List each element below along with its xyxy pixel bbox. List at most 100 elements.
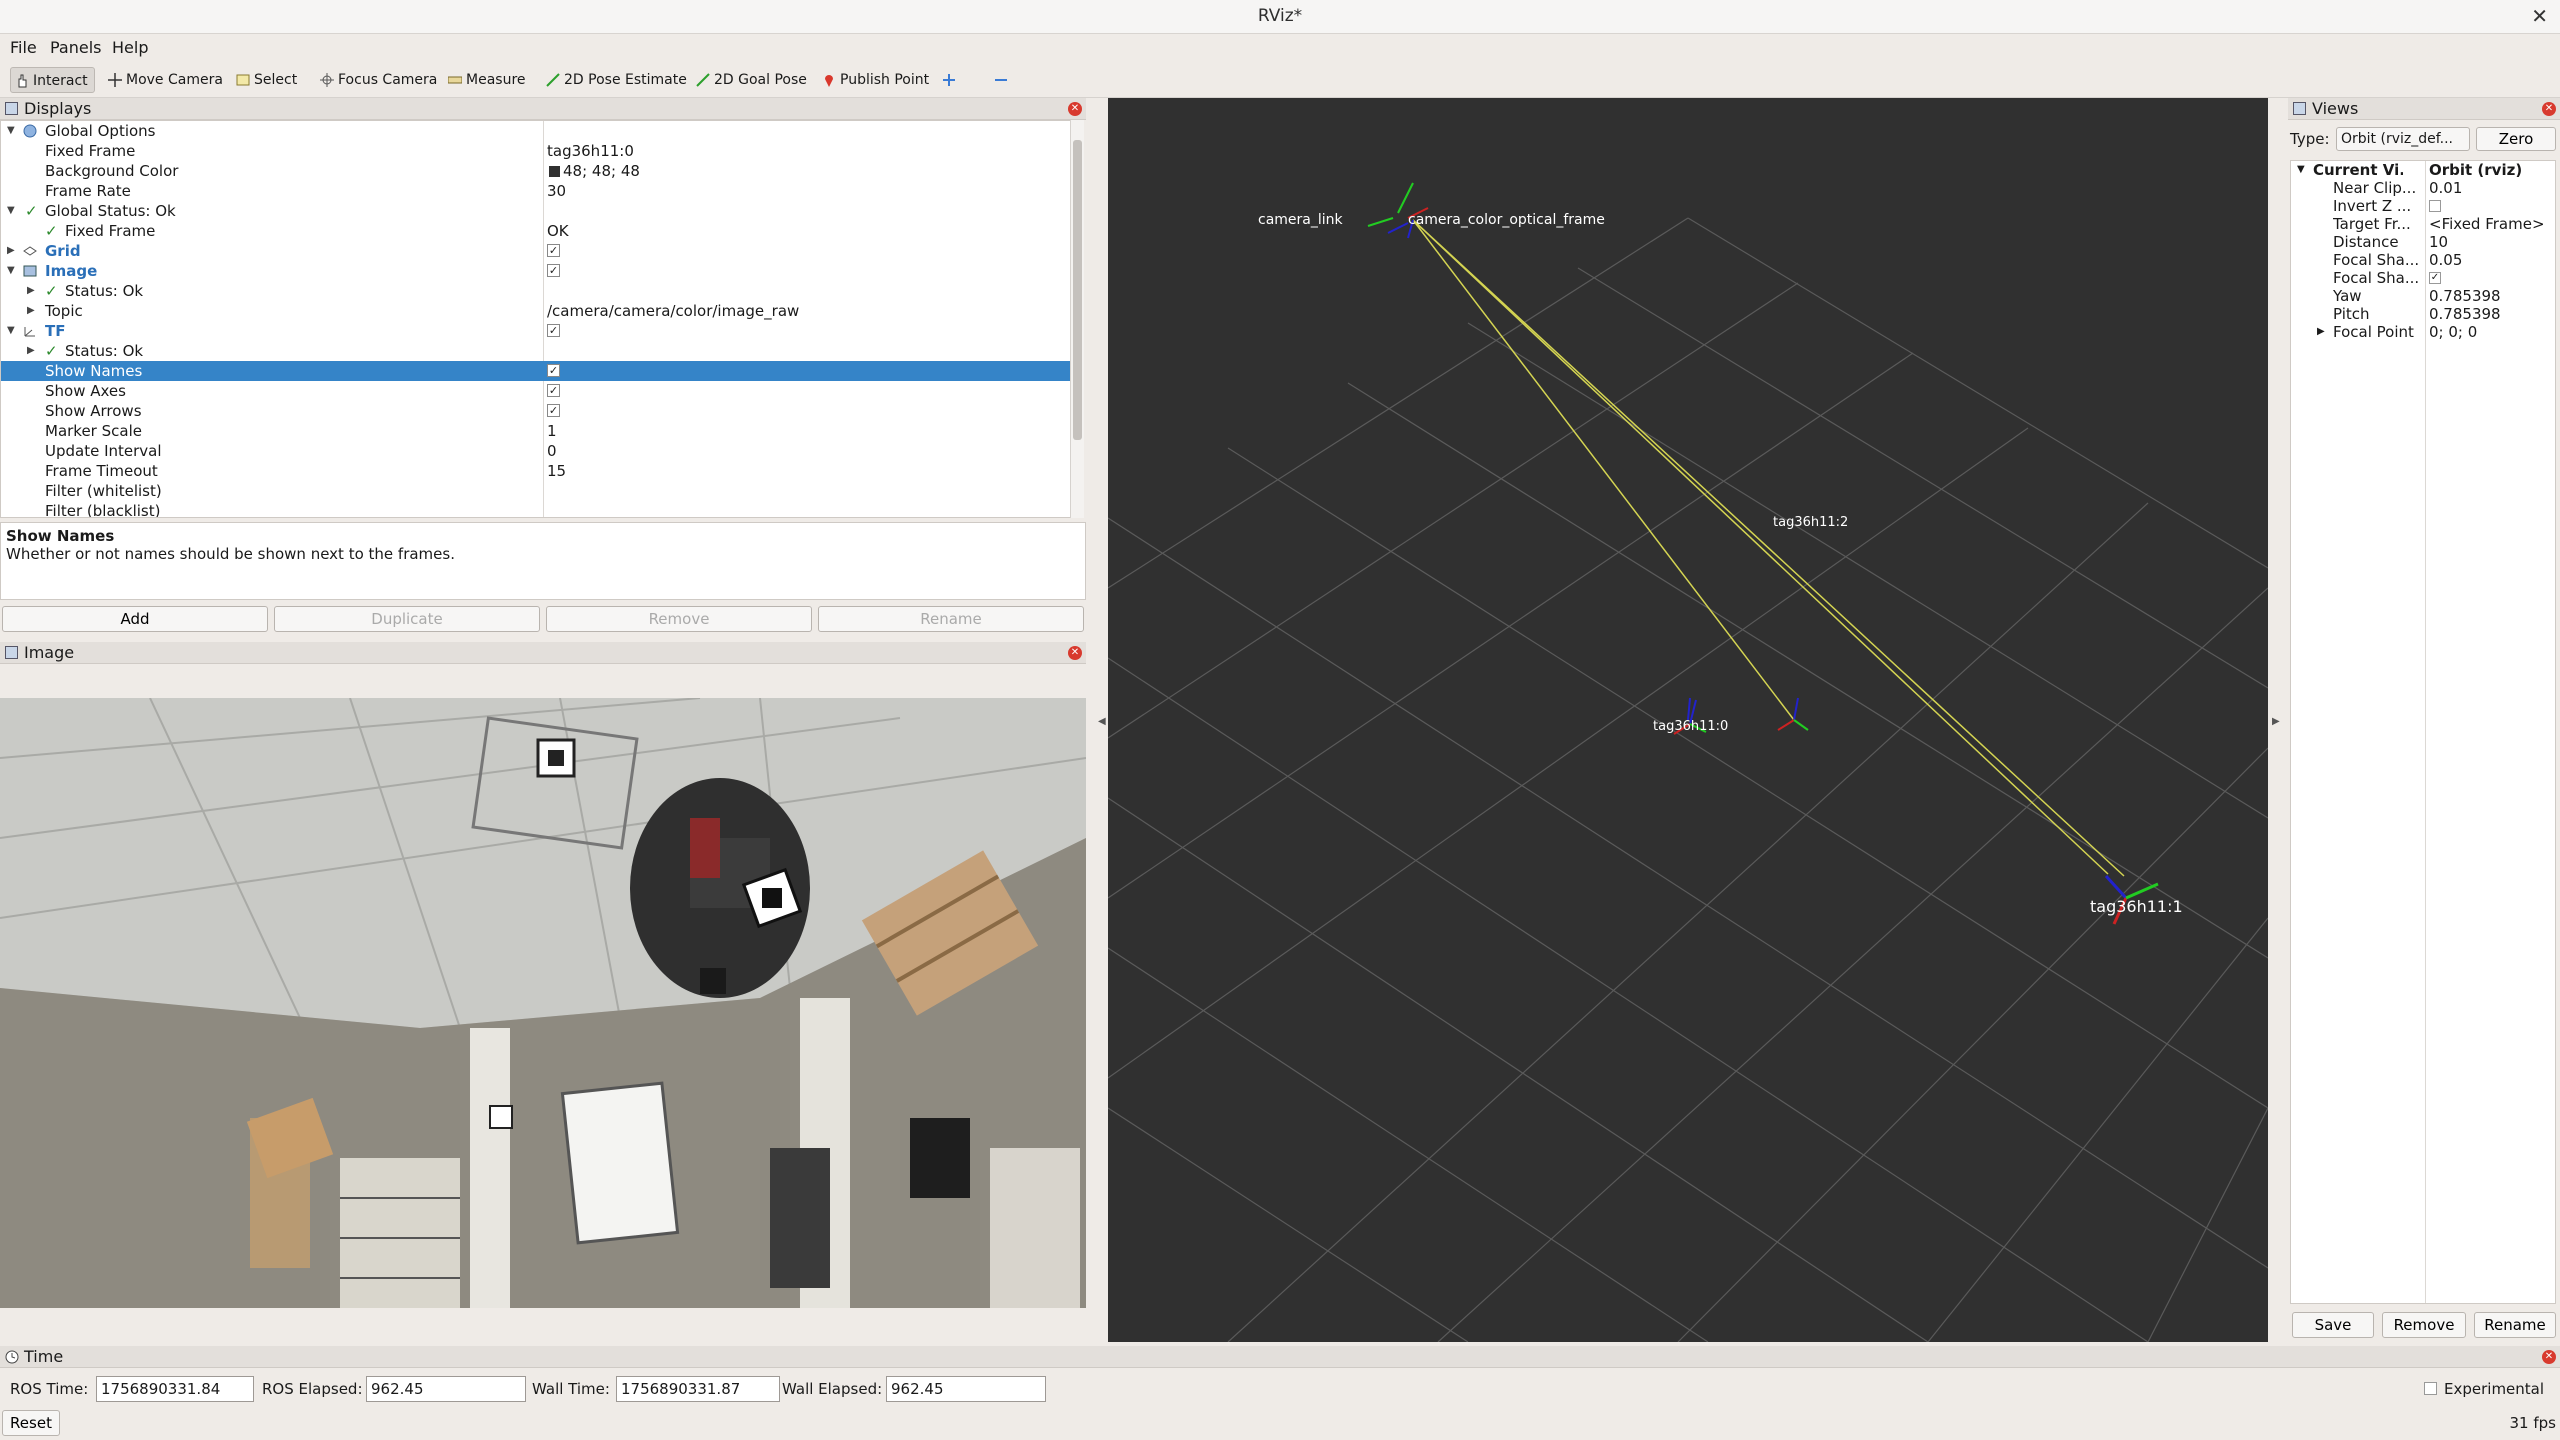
collapse-arrow-icon[interactable]: ▶	[2317, 323, 2325, 341]
collapse-arrow-icon[interactable]: ▶	[7, 241, 15, 261]
wall-elapsed-field[interactable]: 962.45	[886, 1376, 1046, 1402]
view-prop-value[interactable]: 0.785398	[2429, 287, 2501, 305]
view-prop-value[interactable]: 10	[2429, 233, 2448, 251]
tree-row-topic[interactable]: ▶ Topic /camera/camera/color/image_raw	[1, 301, 1071, 321]
tree-row-grid[interactable]: ▶ Grid ✓	[1, 241, 1071, 261]
tree-row-image-status[interactable]: ▶ ✓ Status: Ok	[1, 281, 1071, 301]
close-displays-icon[interactable]: ✕	[1068, 102, 1082, 116]
right-splitter[interactable]: ▶	[2268, 100, 2286, 1340]
add-tool-button[interactable]	[938, 67, 955, 93]
show-arrows-checkbox[interactable]: ✓	[547, 404, 560, 417]
menu-help[interactable]: Help	[112, 38, 148, 57]
tree-row-background-color[interactable]: Background Color 48; 48; 48	[1, 161, 1071, 181]
interact-tool-button[interactable]: Interact	[10, 67, 95, 93]
view-prop-value[interactable]: 0.05	[2429, 251, 2462, 269]
tree-row-tf-status[interactable]: ▶ ✓ Status: Ok	[1, 341, 1071, 361]
expand-arrow-icon[interactable]: ▼	[2297, 161, 2305, 179]
remove-display-button[interactable]: Remove	[546, 606, 812, 632]
scrollbar-thumb[interactable]	[1073, 140, 1082, 440]
view-row-focal-point[interactable]: ▶ Focal Point 0; 0; 0	[2291, 323, 2555, 341]
tree-row-global-options[interactable]: ▼ Global Options	[1, 121, 1071, 141]
view-row-invert-z[interactable]: Invert Z ...	[2291, 197, 2555, 215]
tree-value[interactable]: 1	[547, 421, 557, 441]
close-image-panel-icon[interactable]: ✕	[1068, 646, 1082, 660]
tf-enabled-checkbox[interactable]: ✓	[547, 324, 560, 337]
save-view-button[interactable]: Save	[2292, 1312, 2374, 1338]
pose-estimate-tool-button[interactable]: 2D Pose Estimate	[542, 67, 687, 93]
tree-row-tf[interactable]: ▼ TF ✓	[1, 321, 1071, 341]
tree-row-frame-rate[interactable]: Frame Rate 30	[1, 181, 1071, 201]
remove-view-button[interactable]: Remove	[2382, 1312, 2466, 1338]
duplicate-display-button[interactable]: Duplicate	[274, 606, 540, 632]
close-views-icon[interactable]: ✕	[2542, 102, 2556, 116]
tree-row-filter-blacklist[interactable]: Filter (blacklist)	[1, 501, 1071, 517]
view-prop-value[interactable]: <Fixed Frame>	[2429, 215, 2545, 233]
collapse-arrow-icon[interactable]: ▶	[27, 281, 35, 301]
tree-row-marker-scale[interactable]: Marker Scale 1	[1, 421, 1071, 441]
view-row-current[interactable]: ▼ Current Vi... Orbit (rviz)	[2291, 161, 2555, 179]
expand-arrow-icon[interactable]: ▼	[7, 201, 15, 221]
tree-row-frame-timeout[interactable]: Frame Timeout 15	[1, 461, 1071, 481]
tree-value[interactable]: 30	[547, 181, 566, 201]
view-row-focal-shape-size[interactable]: Focal Sha... 0.05	[2291, 251, 2555, 269]
grid-enabled-checkbox[interactable]: ✓	[547, 244, 560, 257]
view-prop-value[interactable]: 0; 0; 0	[2429, 323, 2477, 341]
move-camera-tool-button[interactable]: Move Camera	[104, 67, 223, 93]
image-enabled-checkbox[interactable]: ✓	[547, 264, 560, 277]
view-row-distance[interactable]: Distance 10	[2291, 233, 2555, 251]
goal-pose-tool-button[interactable]: 2D Goal Pose	[692, 67, 807, 93]
tree-row-global-status[interactable]: ▼ ✓ Global Status: Ok	[1, 201, 1071, 221]
close-time-panel-icon[interactable]: ✕	[2542, 1350, 2556, 1364]
close-window-icon[interactable]: ✕	[2531, 4, 2548, 28]
tree-row-show-names[interactable]: Show Names ✓	[1, 361, 1071, 381]
show-names-checkbox[interactable]: ✓	[547, 364, 560, 377]
wall-time-field[interactable]: 1756890331.87	[616, 1376, 780, 1402]
show-axes-checkbox[interactable]: ✓	[547, 384, 560, 397]
publish-point-tool-button[interactable]: Publish Point	[818, 67, 929, 93]
menu-file[interactable]: File	[10, 38, 37, 57]
tree-value[interactable]: tag36h11:0	[547, 141, 634, 161]
zero-view-button[interactable]: Zero	[2476, 127, 2556, 151]
tree-value[interactable]: 0	[547, 441, 557, 461]
view-row-yaw[interactable]: Yaw 0.785398	[2291, 287, 2555, 305]
select-tool-button[interactable]: Select	[232, 67, 297, 93]
tree-row-update-interval[interactable]: Update Interval 0	[1, 441, 1071, 461]
main-splitter[interactable]: ◀	[1090, 100, 1108, 1340]
view-prop-value[interactable]: 0.785398	[2429, 305, 2501, 323]
reset-button[interactable]: Reset	[2, 1410, 60, 1436]
expand-arrow-icon[interactable]: ▼	[7, 121, 15, 141]
remove-tool-button[interactable]	[990, 67, 1007, 93]
collapse-arrow-icon[interactable]: ▶	[27, 301, 35, 321]
collapse-arrow-icon[interactable]: ▶	[27, 341, 35, 361]
view-row-focal-shape-fixed[interactable]: Focal Sha... ✓	[2291, 269, 2555, 287]
3d-render-viewport[interactable]: camera_link camera_color_optical_frame t…	[1108, 98, 2268, 1342]
collapse-right-arrow-icon[interactable]: ▶	[2272, 716, 2280, 727]
experimental-checkbox[interactable]	[2424, 1382, 2437, 1395]
tree-value[interactable]: 48; 48; 48	[547, 161, 640, 181]
focal-shape-checkbox[interactable]: ✓	[2429, 272, 2441, 284]
ros-elapsed-field[interactable]: 962.45	[366, 1376, 526, 1402]
tree-row-show-arrows[interactable]: Show Arrows ✓	[1, 401, 1071, 421]
add-display-button[interactable]: Add	[2, 606, 268, 632]
rename-view-button[interactable]: Rename	[2474, 1312, 2556, 1338]
collapse-left-arrow-icon[interactable]: ◀	[1098, 716, 1106, 727]
tree-row-fixed-frame[interactable]: Fixed Frame tag36h11:0	[1, 141, 1071, 161]
view-row-near-clip[interactable]: Near Clip... 0.01	[2291, 179, 2555, 197]
tree-row-show-axes[interactable]: Show Axes ✓	[1, 381, 1071, 401]
tree-value[interactable]: 15	[547, 461, 566, 481]
view-row-pitch[interactable]: Pitch 0.785398	[2291, 305, 2555, 323]
tree-row-image[interactable]: ▼ Image ✓	[1, 261, 1071, 281]
expand-arrow-icon[interactable]: ▼	[7, 261, 15, 281]
invert-z-checkbox[interactable]	[2429, 200, 2441, 212]
view-type-dropdown[interactable]: Orbit (rviz_def...	[2336, 127, 2470, 151]
ros-time-field[interactable]: 1756890331.84	[96, 1376, 254, 1402]
tree-value[interactable]: /camera/camera/color/image_raw	[547, 301, 799, 321]
tree-row-fixed-frame-status[interactable]: ✓ Fixed Frame OK	[1, 221, 1071, 241]
menu-panels[interactable]: Panels	[50, 38, 102, 57]
displays-scrollbar[interactable]	[1070, 120, 1084, 518]
measure-tool-button[interactable]: Measure	[444, 67, 526, 93]
rename-display-button[interactable]: Rename	[818, 606, 1084, 632]
expand-arrow-icon[interactable]: ▼	[7, 321, 15, 341]
view-row-target-frame[interactable]: Target Fr... <Fixed Frame>	[2291, 215, 2555, 233]
tree-row-filter-whitelist[interactable]: Filter (whitelist)	[1, 481, 1071, 501]
